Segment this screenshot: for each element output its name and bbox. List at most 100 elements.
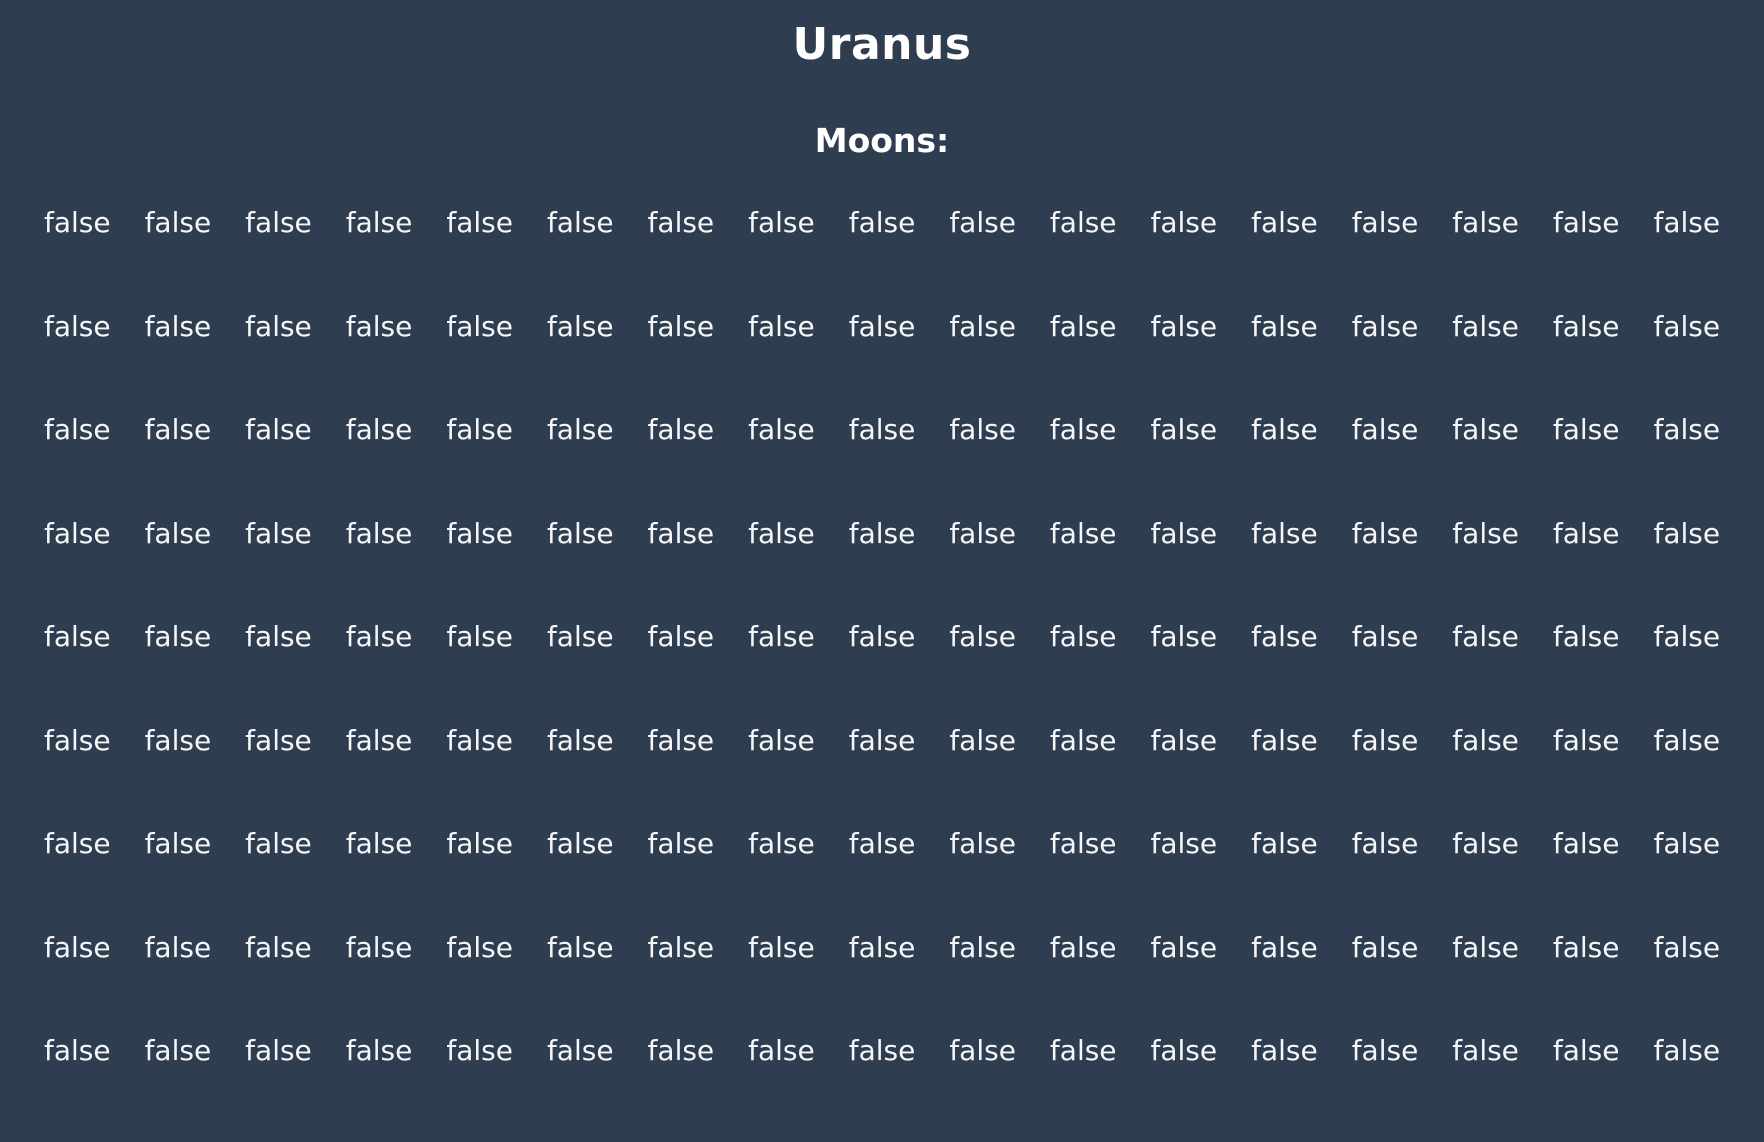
moon-value: false [1049, 413, 1117, 446]
moon-value: false [647, 413, 715, 446]
moon-value: false [546, 827, 614, 860]
moon-value: false [1251, 827, 1318, 860]
moon-value: false [345, 516, 413, 550]
moon-value: false [245, 516, 312, 550]
moon-value: false [546, 723, 614, 757]
moon-value: false [446, 620, 513, 653]
moon-value: false [748, 723, 815, 757]
moon-value: false [1452, 723, 1519, 757]
moon-value: false [245, 930, 312, 964]
moon-value: false [1351, 309, 1419, 343]
moon-value: false [144, 413, 212, 446]
moon-value: false [1552, 620, 1620, 653]
moon-value: false [345, 206, 413, 239]
moon-value: false [43, 309, 111, 343]
moon-value: false [647, 930, 715, 964]
moon-value: false [546, 516, 614, 550]
moon-value: false [1552, 516, 1620, 550]
moon-value: false [848, 206, 916, 239]
moon-value: false [446, 309, 513, 343]
moon-value: false [949, 413, 1016, 446]
moon-value: false [949, 930, 1016, 964]
moon-value: false [546, 413, 614, 446]
moons-grid: false false false false false false false false… [27, 199, 1737, 1131]
moon-value: false [1150, 930, 1218, 964]
moon-value: false [144, 930, 212, 964]
moon-value: false [1351, 827, 1419, 860]
moon-value: false [1653, 413, 1721, 446]
moon-value: false [43, 516, 111, 550]
moon-value: false [1251, 723, 1318, 757]
moon-value: false [1351, 723, 1419, 757]
moon-value: false [1351, 413, 1419, 446]
moon-value: false [1049, 516, 1117, 550]
moon-value: false [748, 827, 815, 860]
moon-value: false [245, 620, 312, 653]
moon-value: false [1150, 516, 1218, 550]
moon-value: false [1150, 309, 1218, 343]
moons-heading: Moons: [814, 121, 950, 160]
moon-value: false [345, 930, 413, 964]
moon-value: false [1251, 1034, 1318, 1067]
moon-value: false [144, 206, 212, 239]
moon-value: false [1251, 930, 1318, 964]
moon-value: false [1150, 827, 1218, 860]
moon-value: false [848, 930, 916, 964]
moon-value: false [1251, 516, 1318, 550]
moon-value: false [848, 516, 916, 550]
moon-value: false [446, 723, 513, 757]
moon-value: false [446, 1034, 513, 1067]
moon-value: false [1049, 827, 1117, 860]
moon-value: false [949, 309, 1016, 343]
moon-value: false [144, 309, 212, 343]
moon-value: false [144, 620, 212, 653]
moon-value: false [848, 620, 916, 653]
moon-value: false [748, 620, 815, 653]
moon-value: false [748, 206, 815, 239]
moon-value: false [1653, 827, 1721, 860]
moon-value: false [647, 620, 715, 653]
moon-value: false [43, 1034, 111, 1067]
moon-value: false [647, 827, 715, 860]
moon-value: false [1049, 1034, 1117, 1067]
moon-value: false [245, 413, 312, 446]
moon-value: false [1653, 309, 1721, 343]
moon-value: false [1552, 309, 1620, 343]
moon-value: false [345, 620, 413, 653]
moon-value: false [1552, 1034, 1620, 1067]
moon-value: false [144, 516, 212, 550]
moon-value: false [1251, 206, 1318, 239]
moon-value: false [144, 1034, 212, 1067]
moon-value: false [1049, 930, 1117, 964]
moon-value: false [1452, 309, 1519, 343]
moon-value: false [1653, 516, 1721, 550]
moon-value: false [1452, 930, 1519, 964]
moon-value: false [848, 413, 916, 446]
moon-value: false [245, 309, 312, 343]
moon-value: false [1351, 930, 1419, 964]
moon-value: false [446, 827, 513, 860]
moon-value: false [848, 723, 916, 757]
moon-value: false [345, 723, 413, 757]
moon-value: false [1150, 413, 1218, 446]
moon-value: false [1251, 309, 1318, 343]
moon-value: false [43, 827, 111, 860]
moon-value: false [1049, 206, 1117, 239]
moon-value: false [1653, 723, 1721, 757]
moon-value: false [748, 930, 815, 964]
moon-value: false [1653, 620, 1721, 653]
moon-value: false [345, 1034, 413, 1067]
moon-value: false [949, 1034, 1016, 1067]
moon-value: false [1351, 206, 1419, 239]
moon-value: false [1049, 620, 1117, 653]
moon-value: false [1452, 827, 1519, 860]
moon-value: false [1150, 723, 1218, 757]
moon-value: false [43, 206, 111, 239]
moon-value: false [748, 516, 815, 550]
moon-value: false [546, 1034, 614, 1067]
moon-value: false [1351, 620, 1419, 653]
moon-value: false [245, 723, 312, 757]
moon-value: false [1049, 309, 1117, 343]
moon-value: false [748, 413, 815, 446]
moon-value: false [1049, 723, 1117, 757]
